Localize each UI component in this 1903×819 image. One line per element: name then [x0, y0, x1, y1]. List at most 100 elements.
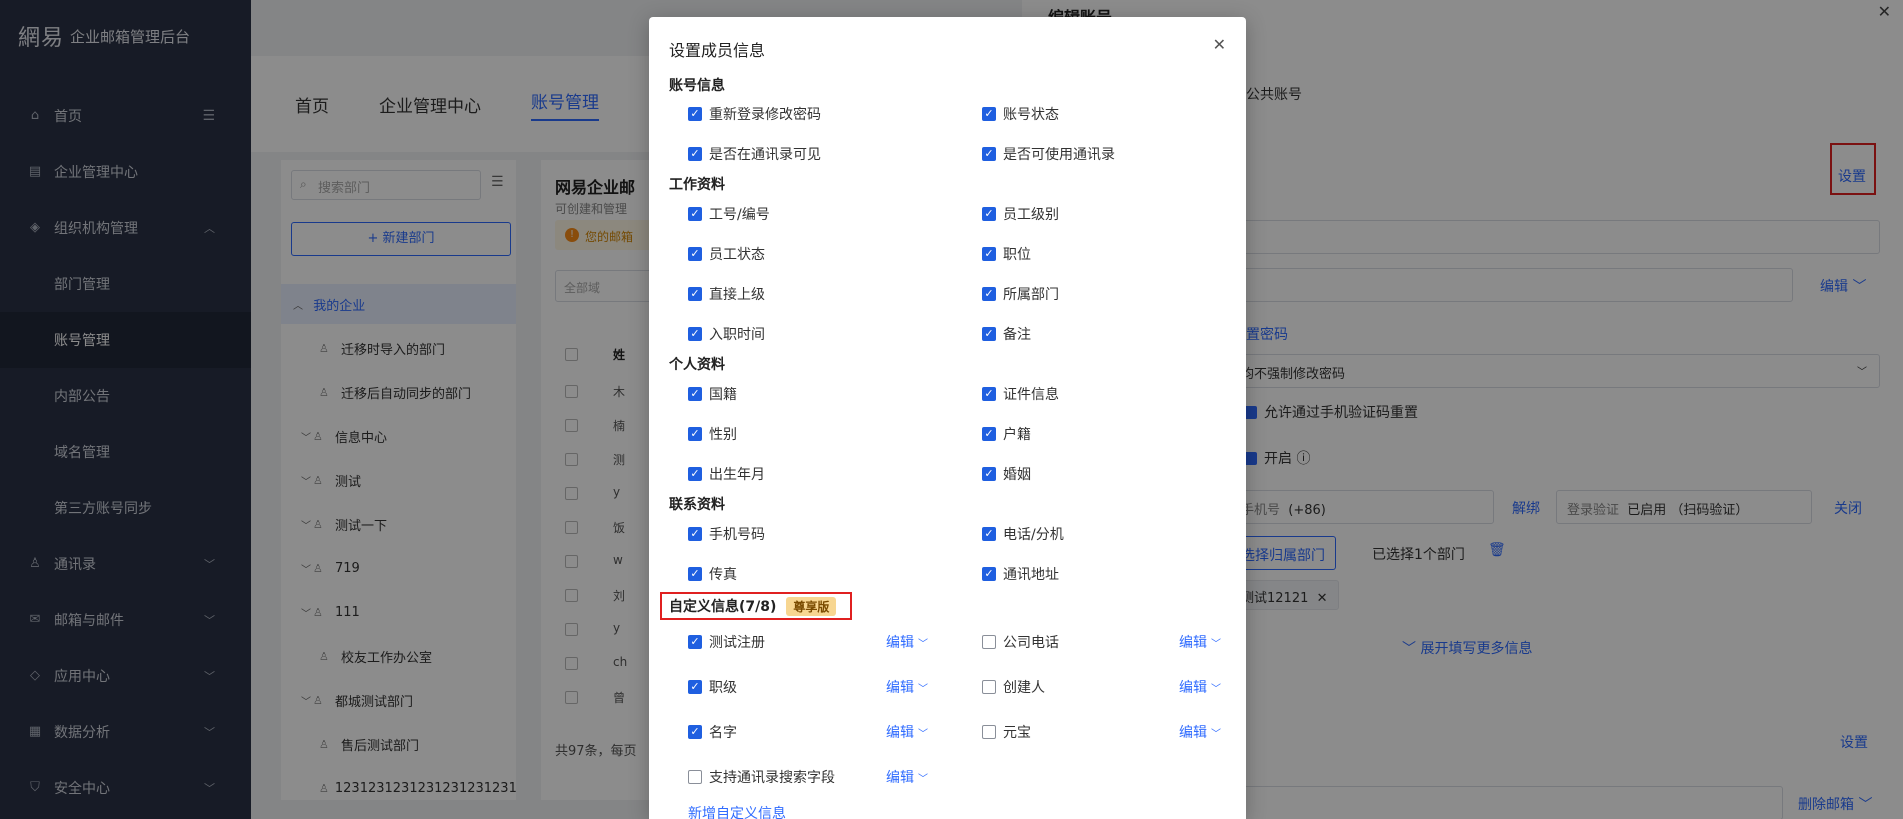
edit-label: 编辑 [1179, 635, 1207, 651]
checkbox-checked-icon: ✓ [688, 327, 702, 341]
checkbox-checked-icon: ✓ [982, 147, 996, 161]
checkbox-position[interactable]: ✓ 职位 [982, 244, 1031, 264]
chevron-down-icon: ﹀ [918, 683, 928, 695]
checkbox-hire-date[interactable]: ✓ 入职时间 [688, 324, 765, 344]
checkbox-checked-icon: ✓ [982, 207, 996, 221]
checkbox-checked-icon: ✓ [982, 467, 996, 481]
checkbox-remark[interactable]: ✓ 备注 [982, 324, 1031, 344]
edit-dropdown[interactable]: 编辑 ﹀ [886, 722, 928, 742]
checkbox-checked-icon: ✓ [982, 427, 996, 441]
checkbox-test-register[interactable]: ✓ 测试注册 [688, 632, 765, 652]
edit-label: 编辑 [886, 635, 914, 651]
checkbox-label: 员工级别 [1003, 207, 1059, 223]
checkbox-company-phone[interactable]: 公司电话 [982, 632, 1059, 652]
checkbox-label: 创建人 [1003, 680, 1045, 696]
checkbox-checked-icon: ✓ [982, 387, 996, 401]
close-icon[interactable]: ✕ [1213, 35, 1226, 54]
checkbox-checked-icon: ✓ [688, 147, 702, 161]
checkbox-birth-date[interactable]: ✓ 出生年月 [688, 464, 765, 484]
checkbox-household[interactable]: ✓ 户籍 [982, 424, 1031, 444]
checkbox-employee-level[interactable]: ✓ 员工级别 [982, 204, 1059, 224]
edit-dropdown[interactable]: 编辑 ﹀ [1179, 722, 1221, 742]
highlight-box [660, 592, 852, 620]
checkbox-label: 直接上级 [709, 287, 765, 303]
checkbox-checked-icon: ✓ [688, 207, 702, 221]
checkbox-label: 账号状态 [1003, 107, 1059, 123]
checkbox-label: 公司电话 [1003, 635, 1059, 651]
checkbox-visible-in-contacts[interactable]: ✓ 是否在通讯录可见 [688, 144, 821, 164]
checkbox-can-use-contacts[interactable]: ✓ 是否可使用通讯录 [982, 144, 1115, 164]
chevron-down-icon: ﹀ [918, 728, 928, 740]
checkbox-employee-id[interactable]: ✓ 工号/编号 [688, 204, 770, 224]
checkbox-label: 性别 [709, 427, 737, 443]
checkbox-unchecked-icon [982, 635, 996, 649]
checkbox-label: 备注 [1003, 327, 1031, 343]
checkbox-department[interactable]: ✓ 所属部门 [982, 284, 1059, 304]
checkbox-label: 是否在通讯录可见 [709, 147, 821, 163]
checkbox-address[interactable]: ✓ 通讯地址 [982, 564, 1059, 584]
checkbox-label: 重新登录修改密码 [709, 107, 821, 123]
chevron-down-icon: ﹀ [918, 773, 928, 785]
checkbox-marital[interactable]: ✓ 婚姻 [982, 464, 1031, 484]
edit-dropdown[interactable]: 编辑 ﹀ [1179, 632, 1221, 652]
edit-label: 编辑 [886, 770, 914, 786]
checkbox-relogin-password[interactable]: ✓ 重新登录修改密码 [688, 104, 821, 124]
checkbox-checked-icon: ✓ [688, 725, 702, 739]
checkbox-unchecked-icon [688, 770, 702, 784]
checkbox-checked-icon: ✓ [982, 527, 996, 541]
checkbox-creator[interactable]: 创建人 [982, 677, 1045, 697]
edit-label: 编辑 [886, 725, 914, 741]
chevron-down-icon: ﹀ [1211, 638, 1221, 650]
section-contact: 联系资料 [669, 497, 725, 513]
checkbox-label: 国籍 [709, 387, 737, 403]
member-info-settings-modal: 设置成员信息 ✕ 账号信息 ✓ 重新登录修改密码 ✓ 账号状态 ✓ 是否在通讯录可见 … [649, 17, 1246, 819]
checkbox-label: 传真 [709, 567, 737, 583]
checkbox-checked-icon: ✓ [982, 287, 996, 301]
checkbox-label: 手机号码 [709, 527, 765, 543]
checkbox-phone-extension[interactable]: ✓ 电话/分机 [982, 524, 1064, 544]
checkbox-checked-icon: ✓ [688, 680, 702, 694]
checkbox-employee-status[interactable]: ✓ 员工状态 [688, 244, 765, 264]
edit-dropdown[interactable]: 编辑 ﹀ [886, 677, 928, 697]
checkbox-checked-icon: ✓ [982, 107, 996, 121]
checkbox-checked-icon: ✓ [982, 327, 996, 341]
checkbox-id-info[interactable]: ✓ 证件信息 [982, 384, 1059, 404]
edit-label: 编辑 [1179, 725, 1207, 741]
checkbox-label: 入职时间 [709, 327, 765, 343]
checkbox-name[interactable]: ✓ 名字 [688, 722, 737, 742]
checkbox-nationality[interactable]: ✓ 国籍 [688, 384, 737, 404]
checkbox-label: 出生年月 [709, 467, 765, 483]
checkbox-label: 工号/编号 [709, 207, 770, 223]
section-work: 工作资料 [669, 177, 725, 193]
checkbox-label: 所属部门 [1003, 287, 1059, 303]
checkbox-label: 户籍 [1003, 427, 1031, 443]
checkbox-label: 员工状态 [709, 247, 765, 263]
edit-label: 编辑 [886, 680, 914, 696]
edit-dropdown[interactable]: 编辑 ﹀ [886, 767, 928, 787]
section-account: 账号信息 [669, 78, 725, 94]
checkbox-account-status[interactable]: ✓ 账号状态 [982, 104, 1059, 124]
checkbox-contact-search-field[interactable]: 支持通讯录搜索字段 [688, 767, 835, 787]
checkbox-direct-manager[interactable]: ✓ 直接上级 [688, 284, 765, 304]
checkbox-label: 支持通讯录搜索字段 [709, 770, 835, 786]
edit-dropdown[interactable]: 编辑 ﹀ [1179, 677, 1221, 697]
checkbox-checked-icon: ✓ [688, 467, 702, 481]
checkbox-label: 名字 [709, 725, 737, 741]
checkbox-unchecked-icon [982, 680, 996, 694]
checkbox-gender[interactable]: ✓ 性别 [688, 424, 737, 444]
checkbox-yuanbao[interactable]: 元宝 [982, 722, 1031, 742]
checkbox-label: 职级 [709, 680, 737, 696]
checkbox-mobile[interactable]: ✓ 手机号码 [688, 524, 765, 544]
modal-title: 设置成员信息 [669, 41, 766, 60]
checkbox-checked-icon: ✓ [688, 567, 702, 581]
checkbox-checked-icon: ✓ [688, 427, 702, 441]
checkbox-label: 婚姻 [1003, 467, 1031, 483]
checkbox-fax[interactable]: ✓ 传真 [688, 564, 737, 584]
checkbox-checked-icon: ✓ [688, 107, 702, 121]
checkbox-rank[interactable]: ✓ 职级 [688, 677, 737, 697]
add-custom-info-link[interactable]: 新增自定义信息 [688, 803, 786, 819]
edit-dropdown[interactable]: 编辑 ﹀ [886, 632, 928, 652]
checkbox-checked-icon: ✓ [688, 635, 702, 649]
checkbox-label: 职位 [1003, 247, 1031, 263]
chevron-down-icon: ﹀ [918, 638, 928, 650]
